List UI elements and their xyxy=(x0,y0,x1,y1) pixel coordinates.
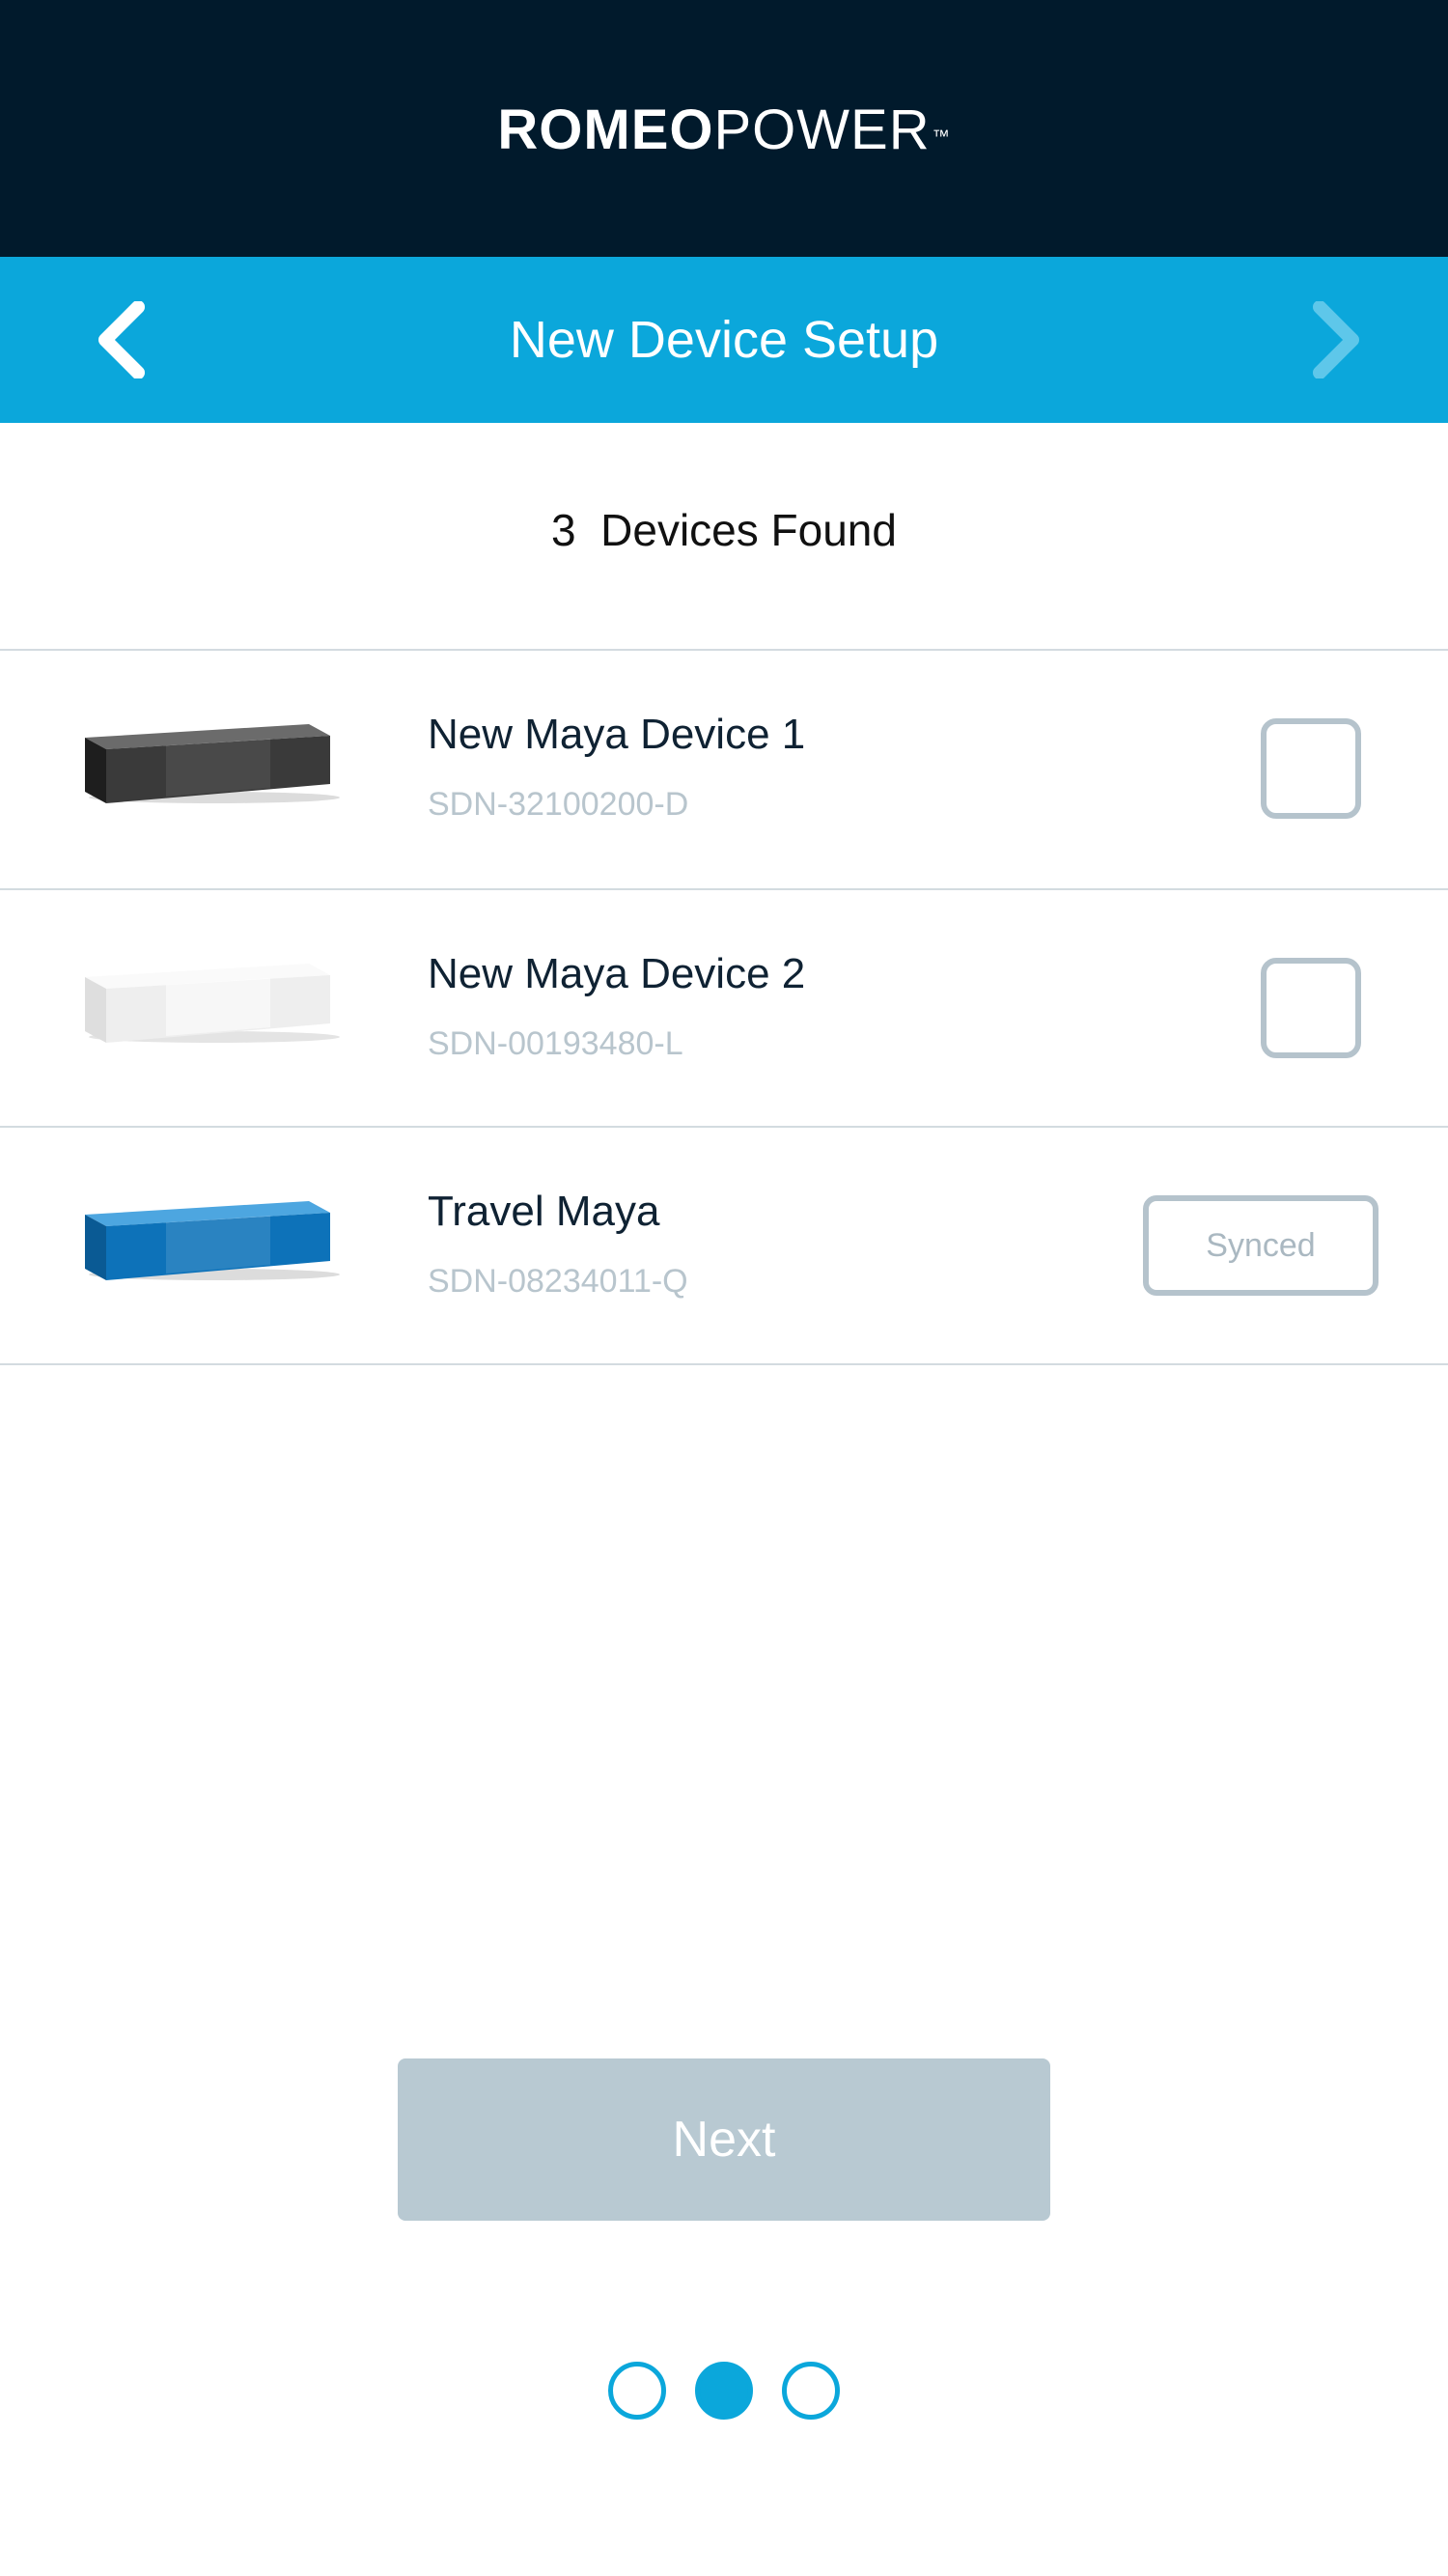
devices-found-heading: 3 Devices Found xyxy=(551,505,897,555)
device-checkbox[interactable] xyxy=(1261,958,1361,1058)
device-name: New Maya Device 2 xyxy=(428,950,806,997)
device-serial: SDN-08234011-Q xyxy=(428,1263,688,1300)
brand-light: POWER xyxy=(713,98,931,161)
nav-bar: New Device Setup xyxy=(0,257,1448,423)
device-row-1[interactable]: New Maya Device 1 SDN-32100200-D xyxy=(0,651,1448,888)
page-dot-2-active xyxy=(695,2362,753,2420)
device-checkbox[interactable] xyxy=(1261,718,1361,819)
device-serial: SDN-32100200-D xyxy=(428,786,689,823)
device-image xyxy=(85,724,340,803)
forward-button[interactable] xyxy=(1284,286,1390,394)
device-image xyxy=(85,964,340,1043)
device-name: New Maya Device 1 xyxy=(428,711,806,758)
page-indicator xyxy=(608,2362,840,2420)
chevron-left-icon xyxy=(98,301,145,378)
romeo-power-logo: ROMEOPOWER ™ xyxy=(0,97,1448,164)
page-dot-3 xyxy=(782,2362,840,2420)
device-serial: SDN-00193480-L xyxy=(428,1025,683,1062)
back-button[interactable] xyxy=(68,286,174,394)
divider xyxy=(0,1363,1448,1365)
brand-trademark: ™ xyxy=(932,126,951,146)
device-row-2[interactable]: New Maya Device 2 SDN-00193480-L xyxy=(0,890,1448,1128)
device-row-3[interactable]: Travel Maya SDN-08234011-Q Synced xyxy=(0,1128,1448,1365)
chevron-right-icon xyxy=(1313,301,1359,378)
device-image xyxy=(85,1201,340,1280)
app-header: ROMEOPOWER ™ xyxy=(0,0,1448,257)
next-button[interactable]: Next xyxy=(398,2058,1050,2221)
device-name: Travel Maya xyxy=(428,1188,660,1235)
synced-badge: Synced xyxy=(1143,1195,1378,1296)
page-title: New Device Setup xyxy=(509,311,939,369)
brand-bold: ROMEO xyxy=(497,98,714,161)
page-dot-1 xyxy=(608,2362,666,2420)
